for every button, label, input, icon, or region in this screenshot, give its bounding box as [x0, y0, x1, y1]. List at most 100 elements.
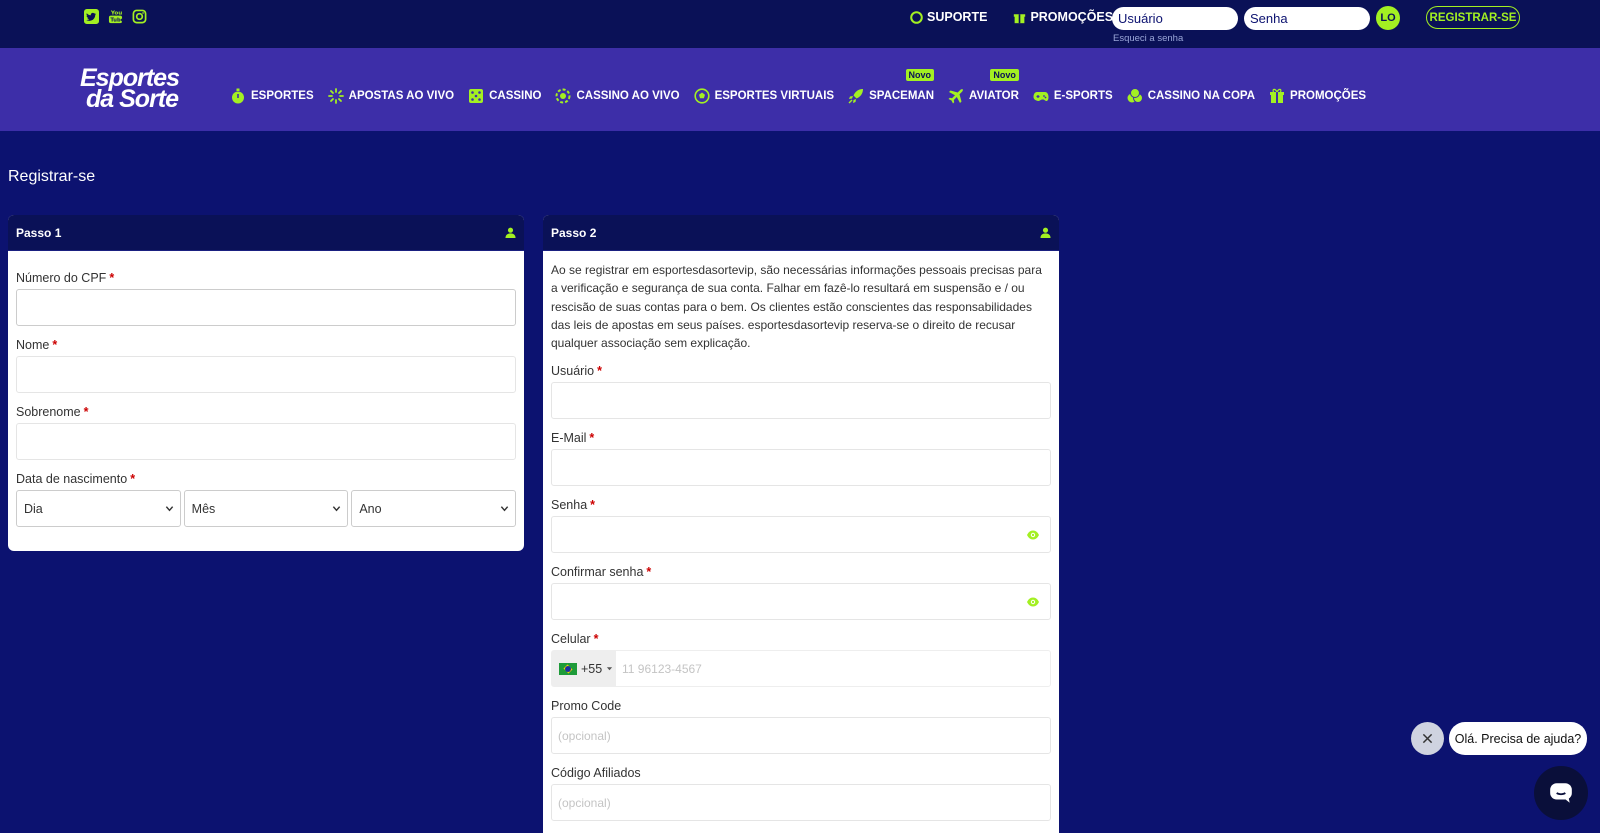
forgot-password-link[interactable]: Esqueci a senha [1113, 33, 1183, 44]
instagram-icon[interactable] [131, 8, 147, 24]
first-name-input[interactable] [16, 356, 516, 393]
login-form: LO [1112, 6, 1400, 30]
birth-date-label: Data de nascimento * [16, 472, 516, 486]
page-title: Registrar-se [8, 168, 96, 185]
twitter-icon[interactable] [83, 8, 99, 24]
nav-item-esportes-virtuais[interactable]: ESPORTES VIRTUAIS [693, 88, 835, 104]
step2-header: Passo 2 [543, 215, 1059, 251]
nav-item-esportes[interactable]: ESPORTES [230, 88, 314, 104]
register-username-input[interactable] [551, 382, 1051, 420]
user-icon [505, 227, 516, 238]
nav-label: SPACEMAN [869, 90, 935, 102]
svg-text:Tube: Tube [110, 17, 123, 23]
eye-icon[interactable] [1026, 596, 1040, 608]
nav-item-apostas-ao-vivo[interactable]: APOSTAS AO VIVO [327, 88, 454, 104]
step1-header: Passo 1 [8, 215, 524, 251]
last-name-label: Sobrenome * [16, 405, 516, 419]
first-name-label-text: Nome [16, 338, 50, 352]
last-name-input[interactable] [16, 423, 516, 460]
rocket-icon [848, 89, 864, 104]
required-mark: * [589, 431, 595, 446]
email-label-text: E-Mail [551, 431, 587, 446]
chat-close-button[interactable] [1411, 722, 1444, 755]
soccer-ball-icon [693, 88, 710, 104]
brand-logo[interactable]: Esportes da Sorte [80, 66, 180, 113]
required-mark: * [130, 472, 136, 486]
gift-icon [1014, 13, 1026, 23]
chevron-down-icon [165, 506, 173, 512]
affiliate-code-label: Código Afiliados [551, 766, 1051, 780]
nav-item-spaceman[interactable]: SPACEMAN Novo [848, 69, 935, 104]
confirm-password-input[interactable] [551, 583, 1051, 621]
nav-item-e-sports[interactable]: E-SPORTS [1033, 88, 1113, 104]
nav-label: AVIATOR [969, 90, 1019, 102]
cpf-label-text: Número do CPF [16, 271, 107, 285]
nav-label: E-SPORTS [1053, 90, 1113, 102]
email-input[interactable] [551, 449, 1051, 487]
nav-label: PROMOÇÕES [1290, 90, 1367, 102]
step1-title: Passo 1 [16, 225, 62, 240]
chat-icon [1550, 783, 1572, 803]
login-button[interactable]: LO [1376, 6, 1400, 30]
top-bar: YouTube SUPORTE PROMOÇÕES LO Esqueci a s… [0, 0, 1600, 48]
support-link[interactable]: SUPORTE [910, 10, 987, 24]
eye-icon[interactable] [1026, 529, 1040, 541]
phone-label: Celular * [551, 632, 1051, 646]
nav-item-cassino-na-copa[interactable]: CASSINO NA COPA [1127, 88, 1255, 104]
dice-icon [469, 89, 484, 103]
user-icon [1040, 227, 1051, 238]
phone-field: +55 11 96123-4567 [551, 650, 1051, 688]
youtube-icon[interactable]: You Tube [107, 8, 123, 24]
plane-icon [948, 89, 964, 104]
registration-notice: Ao se registrar em esportesdasortevip, s… [551, 263, 1042, 351]
main-nav: Esportes da Sorte ESPORTES APOSTAS AO VI… [0, 48, 1600, 131]
brand-line2: da Sorte [86, 85, 179, 113]
step1-body: Número do CPF * Nome * Sobrenome * Data de … [8, 251, 524, 535]
password-input[interactable] [1244, 6, 1370, 30]
chat-launcher-button[interactable] [1534, 766, 1588, 820]
year-select[interactable]: Ano [351, 490, 517, 527]
cpf-input[interactable] [16, 289, 516, 326]
lifebuoy-icon [910, 10, 923, 24]
required-mark: * [646, 565, 652, 580]
promo-code-label: Promo Code [551, 699, 1051, 713]
close-icon [1422, 733, 1433, 744]
required-mark: * [83, 405, 89, 419]
support-label: SUPORTE [927, 10, 988, 24]
chevron-down-icon [333, 506, 341, 512]
promotions-link[interactable]: PROMOÇÕES [1013, 10, 1113, 24]
register-button[interactable]: REGISTRAR-SE [1426, 6, 1520, 29]
last-name-label-text: Sobrenome [16, 405, 81, 419]
promotions-label: PROMOÇÕES [1030, 10, 1114, 24]
chip-icon [555, 88, 571, 104]
coins-icon [1127, 88, 1143, 103]
promo-code-input[interactable]: (opcional) [551, 717, 1051, 755]
new-badge: Novo [905, 69, 935, 81]
username-label: Usuário * [551, 364, 1051, 378]
month-select[interactable]: Mês [183, 490, 349, 527]
password-label-text: Senha [551, 498, 588, 513]
nav-item-cassino[interactable]: CASSINO [468, 88, 541, 104]
day-select[interactable]: Dia [16, 490, 181, 527]
nav-items: ESPORTES APOSTAS AO VIVO CASSINO CASSINO… [230, 69, 1366, 104]
phone-input[interactable]: 11 96123-4567 [616, 651, 702, 686]
required-mark: * [590, 498, 596, 513]
username-input[interactable] [1112, 6, 1238, 30]
nav-item-cassino-ao-vivo[interactable]: CASSINO AO VIVO [555, 88, 680, 104]
nav-item-promocoes[interactable]: PROMOÇÕES [1269, 88, 1366, 104]
country-code-select[interactable]: +55 [552, 651, 616, 687]
nav-label: ESPORTES VIRTUAIS [714, 90, 835, 102]
gamepad-icon [1033, 92, 1049, 101]
gift-icon [1270, 88, 1285, 103]
affiliate-code-input[interactable]: (opcional) [551, 784, 1051, 822]
cpf-label: Número do CPF * [16, 271, 516, 285]
nav-label: CASSINO [489, 90, 542, 102]
nav-item-aviator[interactable]: AVIATOR Novo [948, 69, 1019, 104]
first-name-label: Nome * [16, 338, 516, 352]
country-code: +55 [581, 661, 603, 676]
top-links: SUPORTE PROMOÇÕES [910, 10, 1113, 24]
register-password-input[interactable] [551, 516, 1051, 554]
chat-greeting[interactable]: Olá. Precisa de ajuda? [1449, 722, 1587, 755]
day-select-value: Dia [24, 501, 43, 516]
nav-label: CASSINO NA COPA [1147, 90, 1256, 102]
